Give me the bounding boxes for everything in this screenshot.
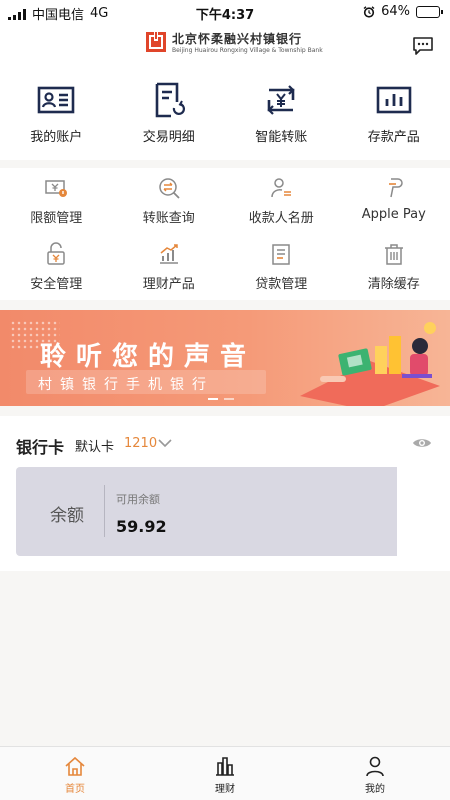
action-security-management[interactable]: 安全管理 [0, 234, 113, 296]
divider [104, 485, 105, 537]
action-limit-management[interactable]: 限额管理 [0, 168, 113, 230]
buildings-icon [216, 757, 234, 776]
action-label: 贷款管理 [255, 277, 308, 292]
banner-pager [208, 398, 234, 400]
promo-banner[interactable]: 聆听您的声音 村镇银行手机银行 [0, 310, 450, 406]
action-label: Apple Pay [361, 207, 426, 222]
app-header: 北京怀柔融兴村镇银行 Beijing Huairou Rongxing Vill… [0, 24, 450, 68]
action-wealth-products[interactable]: 理财产品 [113, 234, 226, 296]
eye-icon[interactable] [412, 436, 432, 450]
tab-mine[interactable]: 我的 [300, 747, 450, 800]
banner-headline: 聆听您的声音 [40, 342, 257, 372]
bank-name: 北京怀柔融兴村镇银行 Beijing Huairou Rongxing Vill… [172, 30, 323, 54]
banner-subline: 村镇银行手机银行 [38, 377, 214, 393]
tab-home[interactable]: 首页 [0, 747, 150, 800]
status-right: 64% [363, 4, 443, 19]
tab-wealth[interactable]: 理财 [150, 747, 300, 800]
available-balance-value: 59.92 [116, 517, 167, 536]
default-card-label[interactable]: 默认卡 [75, 436, 114, 455]
trash-icon [384, 244, 403, 265]
status-bar: 中国电信 4G 下午4:37 64% [0, 0, 450, 24]
document-refresh-icon [155, 82, 185, 118]
loan-document-icon [272, 244, 290, 265]
action-loan-management[interactable]: 贷款管理 [225, 234, 338, 296]
banner-illustration [300, 322, 440, 406]
bar-chart-icon [376, 86, 412, 114]
action-label: 理财产品 [142, 277, 195, 292]
lock-icon [47, 242, 65, 265]
chevron-down-icon[interactable] [158, 438, 172, 448]
bank-logo-icon [146, 32, 166, 52]
action-apple-pay[interactable]: Apple Pay [338, 168, 450, 230]
balance-label: 余额 [50, 506, 84, 526]
chat-bubble-icon[interactable] [412, 36, 434, 56]
transfer-search-icon [159, 178, 180, 199]
yuan-limit-icon [45, 180, 68, 197]
action-payee-list[interactable]: 收款人名册 [225, 168, 338, 230]
action-label: 我的账户 [30, 130, 83, 145]
action-smart-transfer[interactable]: 智能转账 [225, 68, 338, 160]
bank-card-section: 银行卡 默认卡 1210 余额 可用余额 59.92 [0, 416, 450, 571]
home-icon [65, 756, 85, 776]
id-card-icon [37, 86, 75, 114]
balance-card[interactable]: 余额 可用余额 59.92 [16, 467, 397, 556]
action-label: 安全管理 [30, 277, 83, 292]
action-clear-cache[interactable]: 清除缓存 [338, 234, 450, 296]
bank-logo: 北京怀柔融兴村镇银行 Beijing Huairou Rongxing Vill… [146, 30, 323, 54]
pager-dot [224, 398, 234, 400]
alarm-icon [363, 5, 375, 18]
battery-percent: 64% [381, 4, 410, 19]
action-transactions[interactable]: 交易明细 [113, 68, 226, 160]
trend-chart-icon [159, 244, 178, 264]
bank-name-en: Beijing Huairou Rongxing Village & Towns… [172, 47, 323, 54]
action-my-account[interactable]: 我的账户 [0, 68, 113, 160]
secondary-actions: 限额管理 转账查询 收款人名册 Apple Pay 安全管理 理财产品 贷款管理… [0, 168, 450, 300]
primary-actions: 我的账户 交易明细 智能转账 存款产品 [0, 68, 450, 160]
apple-pay-icon [388, 178, 403, 198]
yuan-transfer-icon [267, 85, 295, 115]
action-label: 收款人名册 [248, 211, 314, 226]
tab-label: 理财 [215, 784, 235, 795]
action-label: 智能转账 [255, 130, 308, 145]
action-deposit-products[interactable]: 存款产品 [338, 68, 450, 160]
action-transfer-query[interactable]: 转账查询 [113, 168, 226, 230]
tab-label: 我的 [365, 784, 385, 795]
payee-icon [271, 178, 292, 198]
section-title: 银行卡 [16, 438, 65, 457]
pager-dot-active [208, 398, 218, 400]
available-balance-label: 可用余额 [116, 493, 160, 506]
battery-icon [416, 5, 443, 18]
tab-label: 首页 [65, 784, 85, 795]
card-last4[interactable]: 1210 [124, 436, 157, 451]
action-label: 存款产品 [367, 130, 420, 145]
tab-bar: 首页 理财 我的 [0, 746, 450, 800]
person-icon [366, 756, 384, 777]
bank-name-cn: 北京怀柔融兴村镇银行 [172, 32, 303, 46]
action-label: 清除缓存 [367, 277, 420, 292]
action-label: 限额管理 [30, 211, 83, 226]
action-label: 交易明细 [142, 130, 195, 145]
action-label: 转账查询 [142, 211, 195, 226]
